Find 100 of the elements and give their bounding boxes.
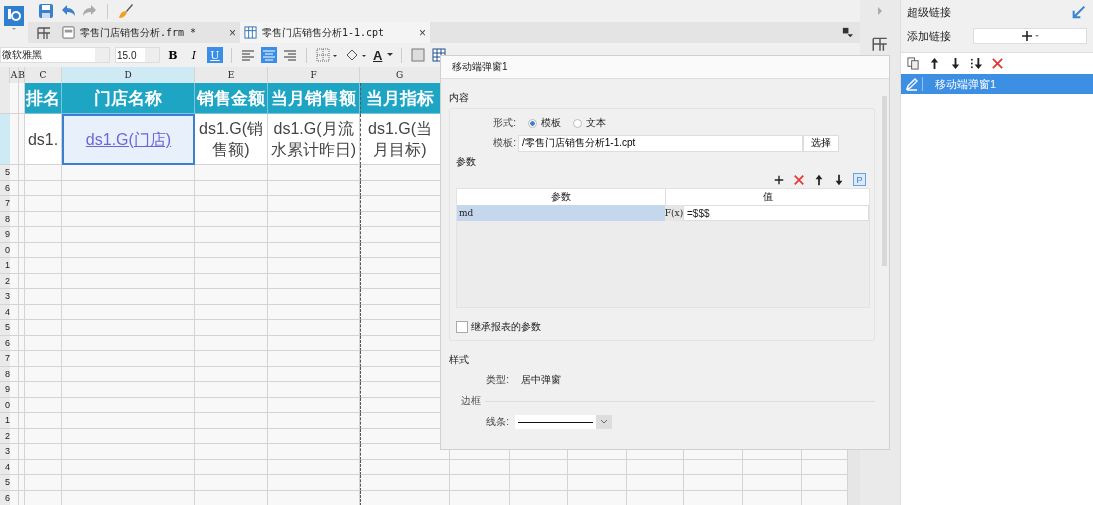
app-logo-icon[interactable] (3, 4, 25, 32)
tab-label: 零售门店销售分析1-1.cpt (262, 25, 386, 40)
font-size-field[interactable]: 15.0 (115, 47, 160, 63)
layout-toggle-icon[interactable] (36, 24, 52, 41)
type-value: 居中弹窗 (521, 373, 561, 387)
corner-cell[interactable] (0, 67, 10, 83)
column-header[interactable]: E (195, 67, 268, 83)
text-style-button[interactable]: I (186, 47, 202, 63)
table-cell (10, 289, 19, 305)
param-name-cell[interactable]: md (457, 205, 665, 221)
cell-link[interactable]: ds1.G(门店) (85, 129, 172, 150)
table-cell (10, 211, 19, 227)
table-cell (684, 459, 743, 475)
pencil-icon[interactable] (905, 77, 923, 91)
table-cell (450, 459, 510, 475)
table-cell (568, 475, 627, 491)
caret-icon[interactable] (600, 419, 608, 425)
table-cell (10, 475, 19, 491)
column-header[interactable]: F (268, 67, 360, 83)
down-arrow-icon[interactable] (949, 57, 962, 70)
radio-option[interactable]: 文本 (573, 116, 606, 130)
parameter-button[interactable]: P (853, 173, 866, 186)
table-header-cell: 销售金额 (195, 83, 268, 114)
row-number: 1 (0, 413, 10, 429)
grid-icon (244, 26, 257, 39)
tab-menu-icon[interactable] (841, 26, 854, 39)
dialog-title: 移动端弹窗1 (441, 56, 889, 79)
align-icon[interactable] (240, 47, 256, 63)
row-number: 8 (0, 211, 10, 227)
up-arrow-icon[interactable] (928, 57, 941, 70)
add-icon[interactable] (773, 173, 785, 186)
row-number: 1 (0, 258, 10, 274)
column-header[interactable]: C (25, 67, 62, 83)
dropdown-icon[interactable] (387, 52, 394, 58)
table-cell (10, 196, 19, 212)
choose-button[interactable]: 选择 (803, 134, 839, 152)
down-arrow-icon[interactable] (833, 173, 845, 186)
row-number: 0 (0, 242, 10, 258)
font-field[interactable]: 微软雅黑 (0, 47, 110, 63)
table-cell (25, 180, 62, 196)
table-cell (10, 83, 19, 114)
table-cell (743, 459, 802, 475)
type-label: 类型: (485, 373, 509, 387)
param-value-cell[interactable]: =$$$ (683, 205, 869, 221)
form-label: 形式: (492, 116, 516, 130)
table-cell (10, 366, 19, 382)
table-cell (25, 366, 62, 382)
document-tab[interactable]: 零售门店销售分析1-1.cpt × (240, 22, 430, 43)
row-number: 2 (0, 273, 10, 289)
save-icon[interactable] (38, 3, 54, 19)
checkbox[interactable] (456, 321, 468, 333)
align-icon[interactable] (282, 47, 298, 63)
fill-color-icon[interactable] (344, 47, 368, 63)
line-label: 线条: (485, 415, 509, 429)
template-field[interactable]: /零售门店销售分析1-1.cpt (518, 134, 803, 152)
close-tab-button[interactable]: × (419, 25, 426, 40)
border-icon[interactable] (315, 47, 339, 63)
row-number: 8 (0, 366, 10, 382)
column-header[interactable]: A (10, 67, 19, 83)
table-cell (450, 475, 510, 491)
radio-option[interactable]: 模板 (528, 116, 561, 130)
font-color-button[interactable]: A (373, 47, 383, 63)
table-cell (25, 428, 62, 444)
table-cell (25, 273, 62, 289)
table-cell (25, 475, 62, 491)
delete-icon[interactable] (991, 57, 1004, 70)
table-cell (25, 397, 62, 413)
cell-icon[interactable] (410, 47, 427, 63)
table-cell (10, 114, 19, 165)
section-heading: 样式 (449, 353, 470, 367)
row-number: 6 (0, 490, 10, 505)
table-cell (10, 413, 19, 429)
table-cell (25, 304, 62, 320)
table-cell (743, 475, 802, 491)
row-number: 9 (0, 227, 10, 243)
copy-icon[interactable] (907, 57, 920, 70)
close-tab-button[interactable]: × (229, 25, 236, 40)
scrollbar[interactable] (882, 96, 887, 266)
line-style-dropdown[interactable] (515, 415, 612, 429)
row-number: 5 (0, 475, 10, 491)
formula-button[interactable]: F(x) (665, 205, 683, 221)
table-cell (25, 413, 62, 429)
table-header-cell: 排名 (25, 83, 62, 114)
brush-icon[interactable] (117, 3, 133, 19)
text-style-button[interactable]: B (165, 47, 181, 63)
layout-icon[interactable] (871, 35, 889, 53)
table-cell (10, 397, 19, 413)
add-link-button[interactable] (973, 28, 1087, 44)
move-bottom-icon[interactable] (970, 57, 983, 70)
tab-label: 零售门店销售分析.frm * (80, 25, 198, 40)
delete-icon[interactable] (793, 173, 805, 186)
column-header[interactable]: D (62, 67, 195, 83)
arrow-icon[interactable] (1071, 4, 1087, 20)
table-cell (25, 258, 62, 274)
plus-icon (1021, 30, 1033, 42)
cell-text: ds1.G(月流水累计昨日) (269, 119, 358, 160)
table-cell (684, 475, 743, 491)
table-cell (10, 428, 19, 444)
row-number: 9 (0, 382, 10, 398)
up-arrow-icon[interactable] (813, 173, 825, 186)
